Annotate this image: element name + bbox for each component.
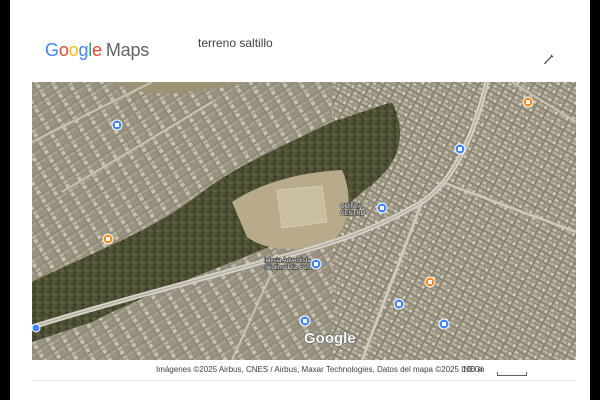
blue-pin-2[interactable] — [454, 143, 466, 155]
google-maps-logo[interactable]: Google Maps — [45, 40, 149, 61]
satellite-map[interactable]: QUINTA CENTRO Iglesia Adventista Séptimo… — [32, 82, 576, 360]
blue-pin-5[interactable] — [393, 298, 405, 310]
place-label-iglesia: Iglesia Adventista — [264, 258, 311, 264]
search-query[interactable]: terreno saltillo — [198, 36, 273, 50]
blue-pin-6[interactable] — [299, 315, 311, 327]
blue-pin-4[interactable] — [310, 258, 322, 270]
lot-parcel — [276, 185, 328, 229]
divider — [32, 380, 576, 381]
orange-pin-1[interactable] — [522, 96, 534, 108]
logo-maps-text: Maps — [105, 40, 150, 60]
pencil-icon[interactable] — [542, 52, 556, 66]
place-label-centro: CENTRO — [340, 211, 366, 217]
blue-pin-1[interactable] — [111, 119, 123, 131]
scale-bar — [497, 372, 527, 376]
orange-pin-2[interactable] — [102, 233, 114, 245]
place-label-quinta: QUINTA — [340, 204, 362, 210]
place-label-iglesia-line2: Séptimo Día Centro — [264, 265, 317, 271]
scale-label[interactable]: 100 m — [462, 365, 484, 374]
blue-pin-8[interactable] — [32, 323, 41, 333]
blue-pin-3[interactable] — [376, 202, 388, 214]
map-attribution[interactable]: Imágenes ©2025 Airbus, CNES / Airbus, Ma… — [156, 365, 483, 374]
orange-pin-3[interactable] — [424, 276, 436, 288]
google-watermark: Google — [304, 330, 356, 347]
blue-pin-7[interactable] — [438, 318, 450, 330]
page: Google Maps terreno saltillo QUINTA CENT… — [10, 0, 590, 400]
